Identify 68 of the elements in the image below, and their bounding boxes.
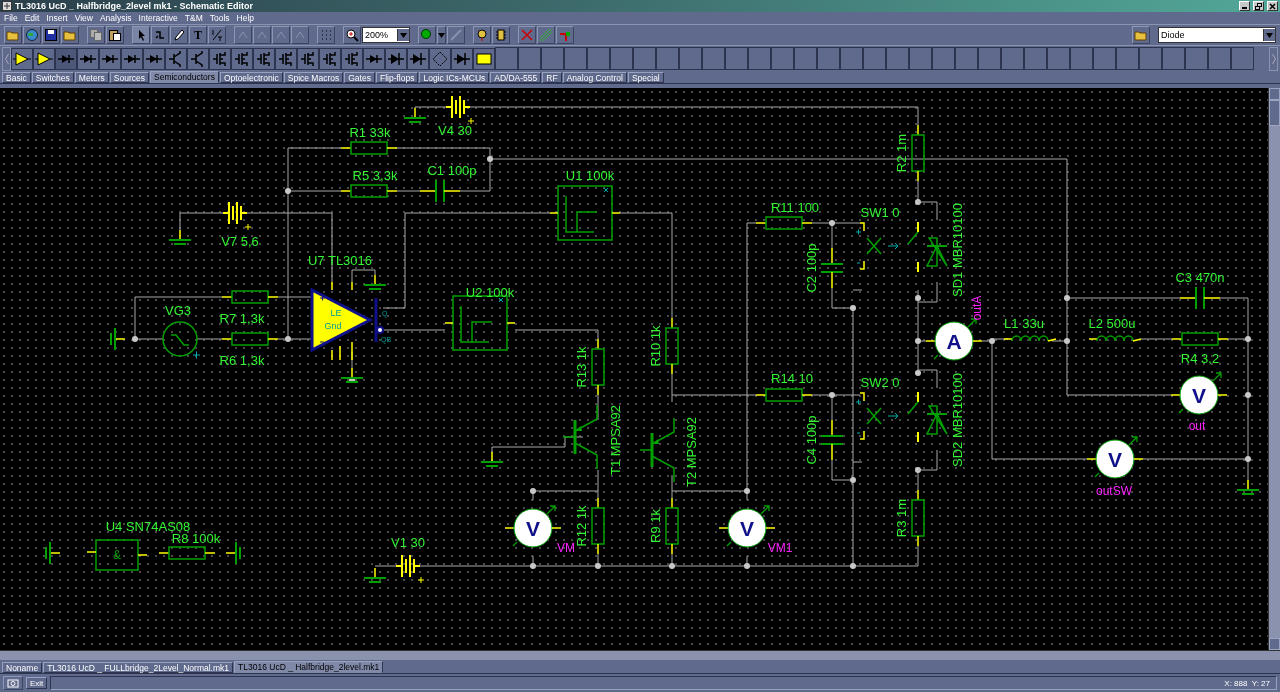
part-label: L1 33u: [1004, 316, 1044, 332]
part-label: R11 100: [770, 200, 820, 216]
component-tab[interactable]: Flip-flops: [375, 72, 419, 83]
component-tab[interactable]: Logic ICs-MCUs: [419, 72, 490, 83]
component-tab[interactable]: Special: [627, 72, 664, 83]
probe-label: outSW: [1096, 484, 1132, 499]
part-label: R6 1,3k: [219, 353, 265, 369]
component-tab[interactable]: Spice Macros: [283, 72, 344, 83]
part-label: R2 1m: [894, 133, 910, 173]
part-label: V1 30: [391, 535, 425, 551]
part-label: R1 33k: [349, 125, 391, 141]
part-label: SW2 0: [860, 375, 900, 391]
menu-item[interactable]: Help: [234, 13, 260, 23]
document-tab[interactable]: Noname: [2, 662, 43, 673]
component-tab[interactable]: Sources: [109, 72, 149, 83]
part-label: R12 1k: [574, 505, 590, 547]
menu-item[interactable]: T&M: [182, 13, 208, 23]
part-label: T1 MPSA92: [608, 404, 624, 476]
document-tab[interactable]: TL3016 UcD _ Halfbridge_2level.mk1: [234, 661, 384, 673]
part-label: R3 1m: [894, 498, 910, 538]
menu-item[interactable]: Interactive: [136, 13, 183, 23]
component-tab[interactable]: Switches: [31, 72, 74, 83]
part-label: C4 100p: [804, 415, 820, 465]
cursor-coordinates: X: 888 Y: 27: [1224, 678, 1270, 688]
part-label: R5 3,3k: [352, 168, 398, 184]
component-dropdown[interactable]: Diode: [1158, 27, 1276, 43]
component-tab[interactable]: Semiconductors: [150, 71, 219, 83]
text-tool-button[interactable]: T: [189, 26, 207, 44]
part-label: U7 TL3016: [307, 253, 373, 269]
component-tab[interactable]: RF: [542, 72, 562, 83]
component-tab[interactable]: Meters: [74, 72, 109, 83]
part-label: L2 500u: [1088, 316, 1136, 332]
component-tab[interactable]: AD/DA-555: [490, 72, 542, 83]
menu-item[interactable]: Edit: [22, 13, 45, 23]
part-label: R14 10: [771, 371, 813, 387]
menu-item[interactable]: View: [72, 13, 98, 23]
part-label: R4 3,2: [1180, 351, 1220, 367]
component-tab[interactable]: Analog Control: [562, 72, 627, 83]
part-label: V4 30: [438, 123, 472, 139]
probe-label: out: [1188, 419, 1206, 434]
part-label: SD2 MBR10100: [950, 373, 966, 467]
part-label: U1 100k: [565, 168, 615, 184]
part-label: R9 1k: [648, 509, 664, 543]
part-label: SD1 MBR10100: [950, 203, 966, 297]
part-label: U2 100k: [465, 285, 515, 301]
menu-item[interactable]: File: [2, 13, 23, 23]
part-label: R7 1,3k: [219, 311, 265, 327]
window-title: TL3016 UcD _ Halfbridge_2level mk1 - Schematic Editor: [15, 1, 255, 11]
part-label: C3 470n: [1175, 270, 1225, 286]
part-label: VG3: [165, 303, 191, 319]
component-tab[interactable]: Basic: [2, 72, 31, 83]
component-tab[interactable]: Optoelectronic: [219, 72, 283, 83]
zoom-dropdown[interactable]: 200%: [362, 27, 410, 43]
menu-item[interactable]: Analysis: [97, 13, 137, 23]
part-label: R10 1k: [648, 325, 664, 367]
probe-label: outA: [970, 295, 985, 321]
part-label: R13 1k: [574, 346, 590, 388]
exit-button[interactable]: Exit: [26, 677, 48, 689]
part-label: C2 100p: [804, 243, 820, 293]
part-label: T2 MPSA92: [684, 416, 700, 488]
document-tab[interactable]: TL3016 UcD _ FULLbridge_2Level_Normal.mk1: [43, 662, 234, 673]
menu-item[interactable]: Insert: [44, 13, 73, 23]
part-label: C1 100p: [427, 163, 477, 179]
component-tab[interactable]: Gates: [344, 72, 375, 83]
part-label: V7 5,6: [221, 234, 259, 250]
part-label: SW1 0: [860, 205, 900, 221]
probe-label: VM1: [767, 541, 793, 556]
menu-item[interactable]: Tools: [207, 13, 235, 23]
